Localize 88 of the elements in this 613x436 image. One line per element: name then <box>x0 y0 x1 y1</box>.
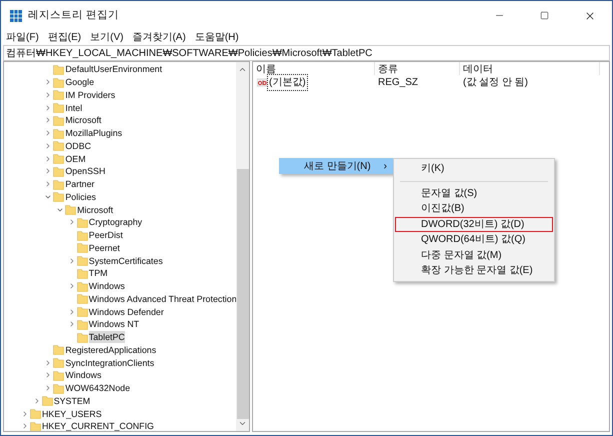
tree-item[interactable]: SyncIntegrationClients <box>65 356 154 369</box>
tree-item[interactable]: Policies <box>65 190 96 203</box>
expand-icon[interactable] <box>21 410 29 418</box>
submenu-item[interactable]: 다중 문자열 값(M) <box>395 248 553 263</box>
tree-item[interactable]: TabletPC <box>88 331 125 344</box>
tree-item[interactable]: RegisteredApplications <box>65 344 156 356</box>
column-header[interactable]: 이름 <box>253 62 375 75</box>
tree-item[interactable]: MozillaPlugins <box>65 127 122 140</box>
tree-item[interactable]: Microsoft <box>77 204 114 216</box>
tree-item[interactable]: ODBC <box>65 140 92 152</box>
folder-icon <box>76 280 88 292</box>
tree-item[interactable]: IM Providers <box>65 88 116 101</box>
tree-item[interactable]: SYSTEM <box>54 394 90 407</box>
folder-icon <box>53 76 64 88</box>
folder-icon <box>53 178 64 190</box>
tree-item[interactable]: SystemCertificates <box>88 254 163 267</box>
column-header[interactable]: 데이터 <box>460 62 600 75</box>
menu-item[interactable]: 새로 만들기(N) › <box>279 158 393 174</box>
tree-item[interactable]: HKEY_USERS <box>42 408 102 420</box>
tree-item[interactable]: Google <box>65 76 94 88</box>
submenu-item[interactable]: 문자열 값(S) <box>395 186 553 201</box>
scroll-up-icon[interactable] <box>238 65 247 74</box>
string-value-icon <box>257 78 267 86</box>
folder-icon <box>53 153 64 164</box>
tree-item[interactable]: WOW6432Node <box>65 382 130 394</box>
tree-item[interactable]: Partner <box>65 178 94 190</box>
folder-icon <box>53 191 64 202</box>
folder-icon <box>76 306 88 318</box>
folder-icon <box>53 128 64 139</box>
folder-icon <box>30 420 41 431</box>
folder-icon <box>76 216 88 228</box>
expand-icon[interactable] <box>21 422 29 430</box>
submenu-item[interactable]: 이진값(B) <box>395 201 553 216</box>
tree-item[interactable]: Peernet <box>88 242 120 254</box>
folder-icon <box>53 382 64 394</box>
folder-icon <box>53 89 64 100</box>
tree-item[interactable]: Windows <box>88 280 125 292</box>
tree-item[interactable]: OEM <box>65 152 86 165</box>
registry-icon <box>10 10 22 22</box>
scrollbar[interactable] <box>236 62 249 431</box>
folder-icon <box>53 114 64 126</box>
column-header[interactable]: 종류 <box>375 62 460 75</box>
tree-item[interactable]: DefaultUserEnvironment <box>65 63 162 76</box>
tree-item[interactable]: PeerDist <box>88 229 123 242</box>
tree-item[interactable]: TPM <box>88 267 108 280</box>
folder-icon <box>76 293 88 304</box>
tree-item[interactable]: Intel <box>65 102 82 114</box>
folder-icon <box>42 395 53 406</box>
folder-icon <box>53 344 64 356</box>
tree-item[interactable]: Microsoft <box>65 114 102 126</box>
folder-icon <box>76 230 88 241</box>
maximize-icon <box>540 11 549 20</box>
submenu-item[interactable]: 키(K) <box>395 161 553 176</box>
address-bar[interactable]: 컴퓨터₩HKEY_LOCAL_MACHINE₩SOFTWARE₩Policies₩Microsoft₩TabletPC <box>3 45 610 61</box>
folder-icon <box>30 408 41 420</box>
submenu-item[interactable]: 확장 가능한 문자열 값(E) <box>395 263 553 278</box>
folder-icon <box>53 140 64 152</box>
folder-icon <box>53 370 64 381</box>
submenu-item[interactable]: DWORD(32비트) 값(D) <box>395 216 553 232</box>
scroll-down-icon[interactable] <box>238 419 247 428</box>
tree-item[interactable]: Windows Defender <box>88 306 164 318</box>
menu-item[interactable]: 파일(F) <box>6 30 39 45</box>
folder-icon <box>53 357 64 368</box>
value-name[interactable]: (기본값) <box>267 74 308 90</box>
submenu-item[interactable]: QWORD(64비트) 값(Q) <box>395 232 553 248</box>
menu-item[interactable]: 도움말(H) <box>194 30 239 45</box>
folder-icon <box>53 64 64 75</box>
folder-icon <box>76 332 88 343</box>
window-title: 레지스트리 편집기 <box>28 8 119 23</box>
scroll-thumb[interactable] <box>236 169 248 419</box>
tree-item[interactable]: Windows Advanced Threat Protection <box>88 292 237 305</box>
value-type: REG_SZ <box>377 76 420 90</box>
menu-item[interactable]: 보기(V) <box>90 30 124 45</box>
folder-icon <box>76 268 88 279</box>
tree-item[interactable]: Cryptography <box>88 216 142 228</box>
menu-item[interactable]: 편집(E) <box>48 30 82 45</box>
folder-icon <box>65 204 76 216</box>
tree-item[interactable]: HKEY_CURRENT_CONFIG <box>42 420 154 431</box>
folder-icon <box>76 255 88 266</box>
folder-icon <box>53 166 64 177</box>
tree-item[interactable]: Windows <box>65 369 102 382</box>
tree-item[interactable]: Windows NT <box>88 318 140 330</box>
folder-icon <box>76 318 88 330</box>
tree-item[interactable]: OpenSSH <box>65 165 106 178</box>
value-data: (값 설정 안 됨) <box>462 76 529 90</box>
folder-icon <box>76 242 88 254</box>
folder-icon <box>53 102 64 114</box>
menu-item[interactable]: 즐겨찾기(A) <box>132 30 186 45</box>
